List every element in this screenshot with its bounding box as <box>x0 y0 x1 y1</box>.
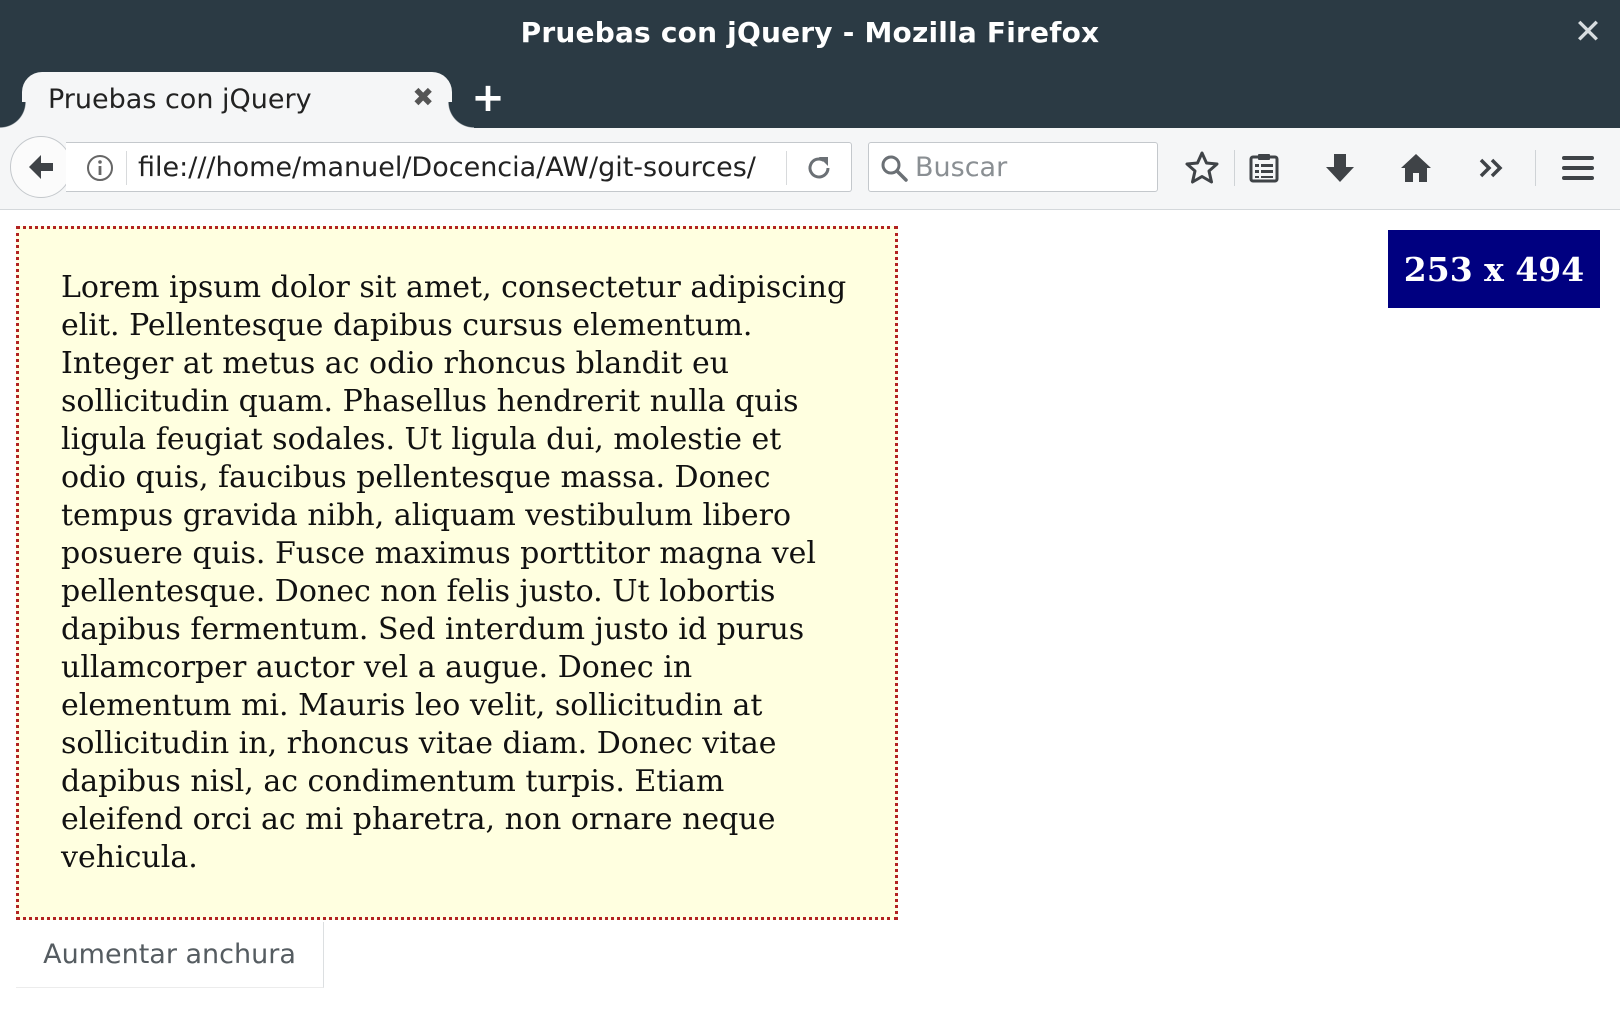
url-text[interactable]: file:///home/manuel/Docencia/AW/git-sour… <box>138 152 802 183</box>
home-icon <box>1401 154 1431 182</box>
tab-close-icon[interactable]: ✖ <box>412 83 434 113</box>
search-bar[interactable] <box>868 142 1158 192</box>
increase-width-button[interactable]: Aumentar anchura <box>16 922 324 988</box>
search-icon <box>881 155 908 182</box>
info-icon[interactable] <box>86 154 114 182</box>
search-input[interactable] <box>915 150 1145 184</box>
overflow-chevrons-icon <box>1479 158 1503 178</box>
new-tab-button[interactable]: + <box>468 78 508 118</box>
toolbar-separator <box>1535 150 1536 186</box>
back-button[interactable] <box>10 136 72 198</box>
download-icon <box>1326 154 1354 182</box>
home-button[interactable] <box>1396 148 1436 188</box>
url-separator <box>786 151 787 185</box>
url-separator <box>126 151 127 185</box>
reading-list-icon <box>1249 154 1279 183</box>
download-button[interactable] <box>1320 148 1360 188</box>
url-bar[interactable]: file:///home/manuel/Docencia/AW/git-sour… <box>66 142 852 192</box>
size-badge: 253 x 494 <box>1388 230 1600 308</box>
reload-icon[interactable] <box>804 153 834 183</box>
overflow-button[interactable] <box>1472 148 1512 188</box>
lorem-paragraph: Lorem ipsum dolor sit amet, consectetur … <box>61 270 847 875</box>
reading-list-button[interactable] <box>1244 148 1284 188</box>
tab-active[interactable]: Pruebas con jQuery ✖ <box>0 72 474 128</box>
back-arrow-icon <box>29 155 53 179</box>
window-close-button[interactable]: ✕ <box>1570 14 1606 50</box>
menu-button[interactable] <box>1558 148 1598 188</box>
bookmark-star-button[interactable] <box>1182 148 1222 188</box>
window-titlebar: Pruebas con jQuery - Mozilla Firefox ✕ <box>0 0 1620 68</box>
navigation-toolbar: file:///home/manuel/Docencia/AW/git-sour… <box>0 128 1620 210</box>
toolbar-separator <box>1234 150 1235 186</box>
lorem-text-box: Lorem ipsum dolor sit amet, consectetur … <box>16 226 898 920</box>
window-title: Pruebas con jQuery - Mozilla Firefox <box>520 16 1100 49</box>
tab-label: Pruebas con jQuery <box>48 84 312 115</box>
hamburger-menu-icon <box>1562 156 1594 180</box>
bookmark-star-icon <box>1185 151 1219 184</box>
tab-strip: Pruebas con jQuery ✖ + <box>0 68 1620 128</box>
